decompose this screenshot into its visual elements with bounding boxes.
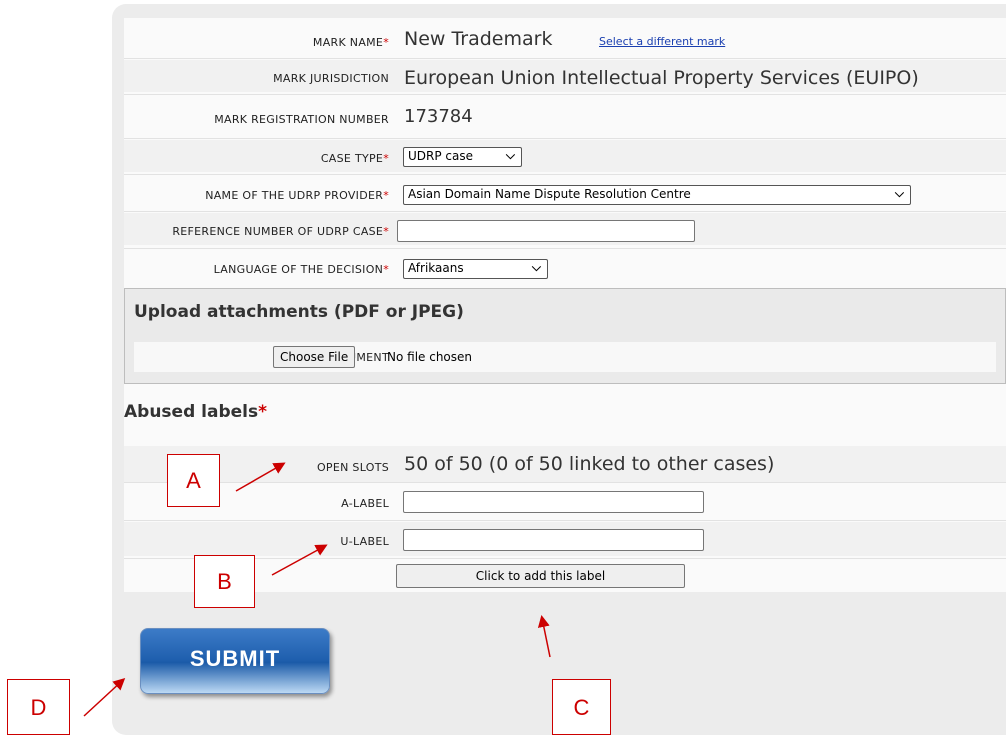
arrow-d: [83, 677, 126, 717]
annotation-arrows: [83, 462, 551, 717]
arrow-b: [271, 544, 328, 576]
arrow-c: [537, 615, 551, 658]
arrow-a: [235, 462, 286, 492]
